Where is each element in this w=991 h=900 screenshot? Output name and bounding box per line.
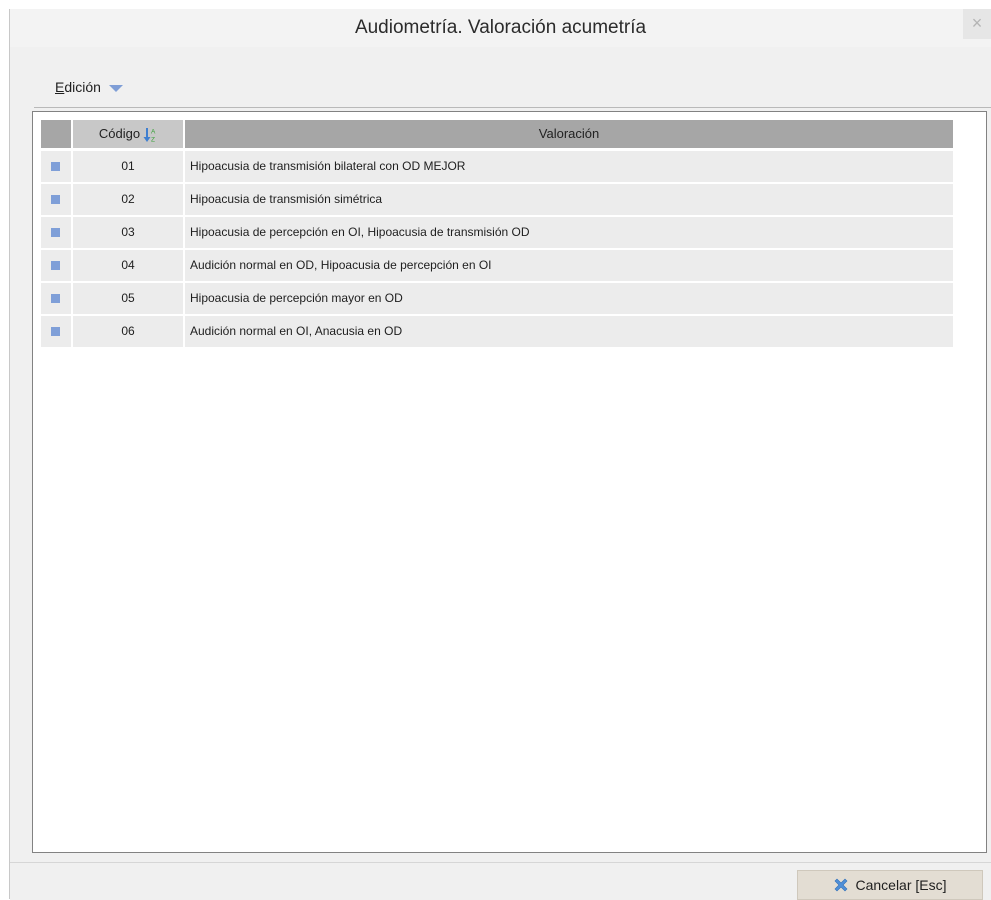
row-marker-icon xyxy=(51,261,60,270)
row-indicator[interactable] xyxy=(41,316,73,347)
row-code[interactable]: 04 xyxy=(73,250,185,281)
svg-text:Z: Z xyxy=(151,136,155,143)
row-marker-icon xyxy=(51,228,60,237)
row-valuation[interactable]: Hipoacusia de transmisión simétrica xyxy=(185,184,953,215)
row-indicator[interactable] xyxy=(41,184,73,215)
window-title: Audiometría. Valoración acumetría xyxy=(354,17,647,38)
row-valuation[interactable]: Hipoacusia de percepción mayor en OD xyxy=(185,283,953,314)
menu-edicion-label: Edición xyxy=(55,79,101,95)
header-code-label: Código xyxy=(98,126,141,141)
header-code-column[interactable]: Código A Z xyxy=(73,120,185,148)
row-indicator[interactable] xyxy=(41,217,73,248)
menu-divider xyxy=(34,107,991,108)
row-marker-icon xyxy=(51,294,60,303)
table-row[interactable]: 01 Hipoacusia de transmisión bilateral c… xyxy=(41,151,953,182)
table-row[interactable]: 06 Audición normal en OI, Anacusia en OD xyxy=(41,316,953,347)
row-valuation[interactable]: Hipoacusia de transmisión bilateral con … xyxy=(185,151,953,182)
row-code[interactable]: 02 xyxy=(73,184,185,215)
row-valuation[interactable]: Hipoacusia de percepción en OI, Hipoacus… xyxy=(185,217,953,248)
grid-rows: 01 Hipoacusia de transmisión bilateral c… xyxy=(41,151,953,349)
table-row[interactable]: 05 Hipoacusia de percepción mayor en OD xyxy=(41,283,953,314)
row-indicator[interactable] xyxy=(41,151,73,182)
row-indicator[interactable] xyxy=(41,250,73,281)
table-row[interactable]: 03 Hipoacusia de percepción en OI, Hipoa… xyxy=(41,217,953,248)
row-marker-icon xyxy=(51,162,60,171)
status-bar: Cancelar [Esc] xyxy=(10,862,991,900)
row-code[interactable]: 03 xyxy=(73,217,185,248)
cancel-x-icon xyxy=(835,878,848,892)
title-bar: Audiometría. Valoración acumetría × xyxy=(10,9,991,47)
row-valuation[interactable]: Audición normal en OD, Hipoacusia de per… xyxy=(185,250,953,281)
grid-header: Código A Z Valoración xyxy=(41,120,953,148)
table-row[interactable]: 02 Hipoacusia de transmisión simétrica xyxy=(41,184,953,215)
cancel-button[interactable]: Cancelar [Esc] xyxy=(797,870,983,900)
row-code[interactable]: 05 xyxy=(73,283,185,314)
sort-az-icon: A Z xyxy=(143,127,156,143)
menu-edicion[interactable]: Edición xyxy=(55,79,123,95)
row-marker-icon xyxy=(51,327,60,336)
row-code[interactable]: 06 xyxy=(73,316,185,347)
dialog-window: Audiometría. Valoración acumetría × Edic… xyxy=(9,9,991,900)
row-valuation[interactable]: Audición normal en OI, Anacusia en OD xyxy=(185,316,953,347)
row-indicator[interactable] xyxy=(41,283,73,314)
row-code[interactable]: 01 xyxy=(73,151,185,182)
data-grid[interactable]: Código A Z Valoración 01 Hipoacusia de t… xyxy=(32,111,987,853)
header-indicator-column xyxy=(41,120,73,148)
header-valuation-column[interactable]: Valoración xyxy=(185,120,953,148)
cancel-button-label: Cancelar [Esc] xyxy=(855,877,947,893)
svg-text:A: A xyxy=(151,128,156,135)
close-button[interactable]: × xyxy=(963,9,991,39)
table-row[interactable]: 04 Audición normal en OD, Hipoacusia de … xyxy=(41,250,953,281)
chevron-down-icon xyxy=(108,84,123,92)
row-marker-icon xyxy=(51,195,60,204)
